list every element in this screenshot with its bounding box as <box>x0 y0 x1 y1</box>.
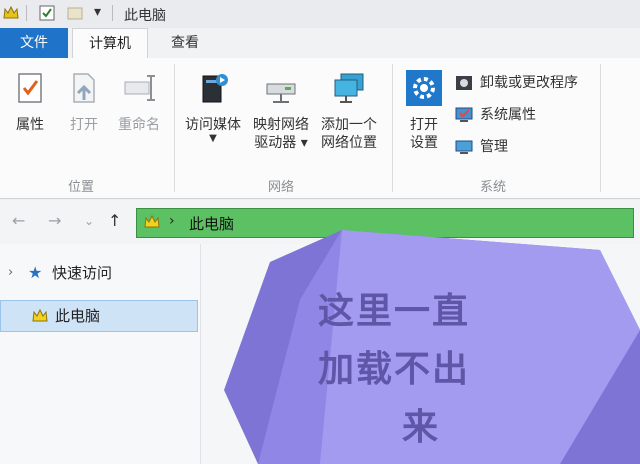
rename-icon <box>124 75 155 101</box>
rename-button[interactable]: 重命名 <box>112 70 166 134</box>
open-settings-label-line1: 打开 <box>410 117 438 133</box>
system-properties-icon <box>455 107 473 122</box>
rename-label: 重命名 <box>118 117 160 133</box>
divider <box>112 5 113 21</box>
uninstall-programs-button[interactable]: 卸载或更改程序 <box>454 70 578 96</box>
address-path: 此电脑 <box>189 215 235 233</box>
overlay-text-line3: 来 <box>402 406 441 448</box>
quick-access-label: 快速访问 <box>52 264 113 282</box>
add-location-label-line2: 网络位置 <box>321 135 377 151</box>
uninstall-label: 卸载或更改程序 <box>480 75 578 91</box>
open-settings-button[interactable]: 打开 设置 <box>402 70 446 152</box>
tree-item-this-pc[interactable]: 此电脑 <box>0 300 198 332</box>
open-document-icon <box>73 73 95 103</box>
settings-gear-icon <box>406 70 442 106</box>
access-media-label: 访问媒体 <box>185 117 241 133</box>
access-media-dropdown-arrow: ▼ <box>209 133 217 144</box>
back-arrow-icon[interactable]: ← <box>12 211 25 230</box>
group-divider <box>392 64 393 192</box>
system-properties-button[interactable]: 系统属性 <box>454 102 536 128</box>
address-bar[interactable]: › 此电脑 <box>136 208 634 238</box>
map-network-drive-button[interactable]: 映射网络 驱动器 ▾ <box>248 70 314 152</box>
navigation-bar: ← → ⌄ ↑ › 此电脑 <box>0 200 640 244</box>
star-icon: ★ <box>28 263 43 282</box>
this-pc-crown-icon <box>144 214 160 228</box>
open-settings-label-line2: 设置 <box>410 135 438 151</box>
properties-clipboard-icon <box>18 73 42 103</box>
open-button[interactable]: 打开 <box>62 70 106 134</box>
network-monitor-icon <box>334 73 364 103</box>
access-media-button[interactable]: 访问媒体 ▼ <box>180 70 246 144</box>
map-drive-label-line1: 映射网络 <box>253 117 309 133</box>
breadcrumb-chevron-icon: › <box>169 213 175 229</box>
system-properties-label: 系统属性 <box>480 107 536 123</box>
this-pc-label: 此电脑 <box>55 307 101 325</box>
title-bar: ▾ 此电脑 <box>0 0 640 29</box>
divider <box>26 5 27 21</box>
forward-arrow-icon[interactable]: → <box>48 211 61 230</box>
map-drive-label-line2: 驱动器 ▾ <box>254 135 308 151</box>
new-folder-icon[interactable] <box>66 4 84 22</box>
add-location-label-line1: 添加一个 <box>321 117 377 133</box>
media-server-icon <box>202 74 228 103</box>
manage-label: 管理 <box>480 139 508 155</box>
ribbon: 属性 打开 重命名 位置 访问媒体 ▼ 映射网络 驱动器 ▾ 添加一个 网络位置… <box>0 58 640 199</box>
group-label-system: 系统 <box>480 180 507 195</box>
group-divider <box>600 64 601 192</box>
open-label: 打开 <box>70 117 98 133</box>
ribbon-tabs: 文件 计算机 查看 <box>0 28 640 60</box>
tab-file[interactable]: 文件 <box>0 28 68 58</box>
navigation-pane: › ★ 快速访问 此电脑 <box>0 244 201 464</box>
overlay-text-line2: 加载不出 <box>318 348 471 390</box>
recent-locations-chevron-icon[interactable]: ⌄ <box>84 214 94 228</box>
crown-folder-icon[interactable] <box>2 4 20 22</box>
tab-view[interactable]: 查看 <box>150 28 220 58</box>
overlay-text-line1: 这里一直 <box>318 290 471 332</box>
customize-quick-access-dropdown[interactable]: ▾ <box>94 4 101 20</box>
properties-label: 属性 <box>16 117 44 133</box>
group-label-network: 网络 <box>268 180 295 195</box>
tree-item-quick-access[interactable]: › ★ 快速访问 <box>0 258 198 288</box>
manage-computer-icon <box>455 140 473 154</box>
add-network-location-button[interactable]: 添加一个 网络位置 <box>316 70 382 152</box>
window-title: 此电脑 <box>124 8 166 24</box>
properties-check-icon[interactable] <box>38 4 56 22</box>
this-pc-crown-icon <box>32 308 48 322</box>
expand-chevron-icon[interactable]: › <box>8 258 13 288</box>
group-label-location: 位置 <box>68 180 95 195</box>
up-arrow-icon[interactable]: ↑ <box>108 211 121 230</box>
properties-button[interactable]: 属性 <box>8 70 52 134</box>
uninstall-icon <box>456 76 472 90</box>
group-divider <box>174 64 175 192</box>
manage-button[interactable]: 管理 <box>454 134 508 160</box>
tab-computer[interactable]: 计算机 <box>72 28 148 60</box>
network-drive-icon <box>266 83 296 103</box>
